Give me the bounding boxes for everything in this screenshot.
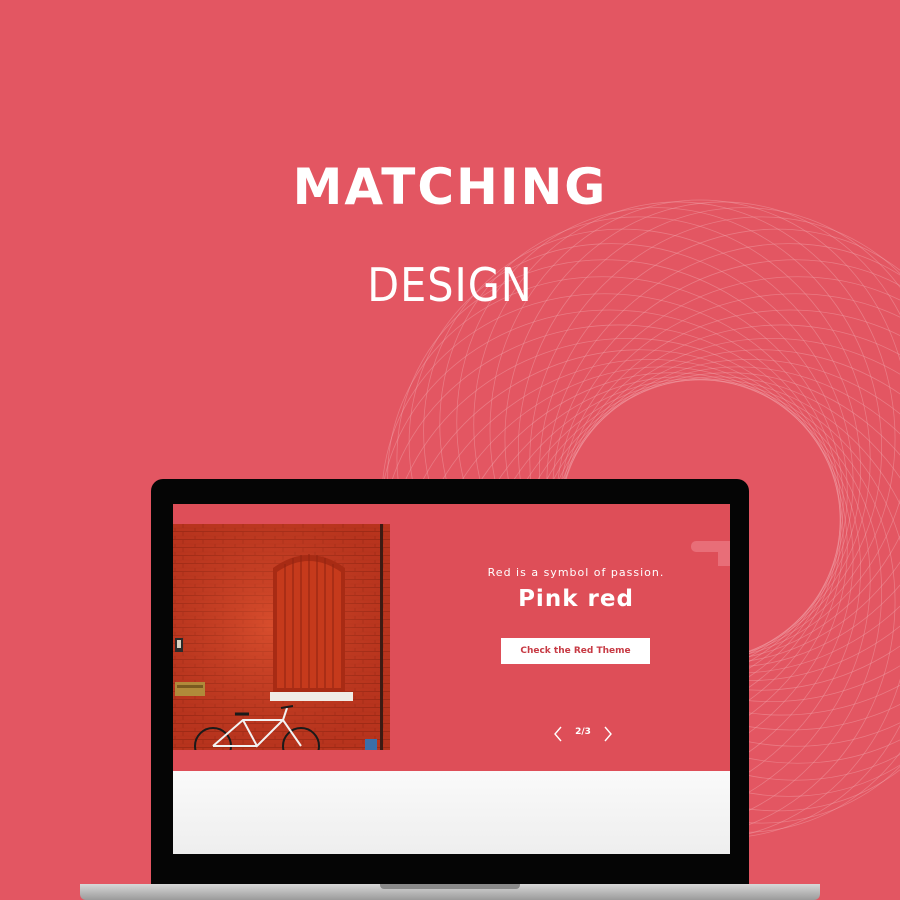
- hero-accent-shape: [691, 541, 730, 552]
- photo-illustration: [173, 524, 390, 750]
- headline-design: DESIGN: [367, 258, 533, 312]
- page-lower-content: [173, 771, 730, 854]
- headline-matching: MATCHING: [292, 158, 608, 216]
- laptop-screen: Red is a symbol of passion. Pink red Che…: [173, 504, 730, 854]
- slider-pager: 2/3: [551, 724, 615, 744]
- check-theme-button[interactable]: Check the Red Theme: [501, 638, 650, 664]
- hero-title: Pink red: [518, 586, 634, 612]
- promo-canvas: MATCHING DESIGN Red is a symbol of passi…: [0, 0, 900, 900]
- chevron-right-icon[interactable]: [601, 725, 615, 743]
- pager-label: 2/3: [575, 727, 591, 737]
- hero-accent-shape: [718, 552, 730, 566]
- chevron-left-icon[interactable]: [551, 725, 565, 743]
- laptop-notch: [380, 884, 520, 889]
- red-brick-wall-photo: [173, 524, 390, 750]
- hero-tagline: Red is a symbol of passion.: [487, 566, 665, 579]
- hero-slider: Red is a symbol of passion. Pink red Che…: [173, 504, 730, 771]
- hero-text-area: Red is a symbol of passion. Pink red Che…: [476, 504, 676, 771]
